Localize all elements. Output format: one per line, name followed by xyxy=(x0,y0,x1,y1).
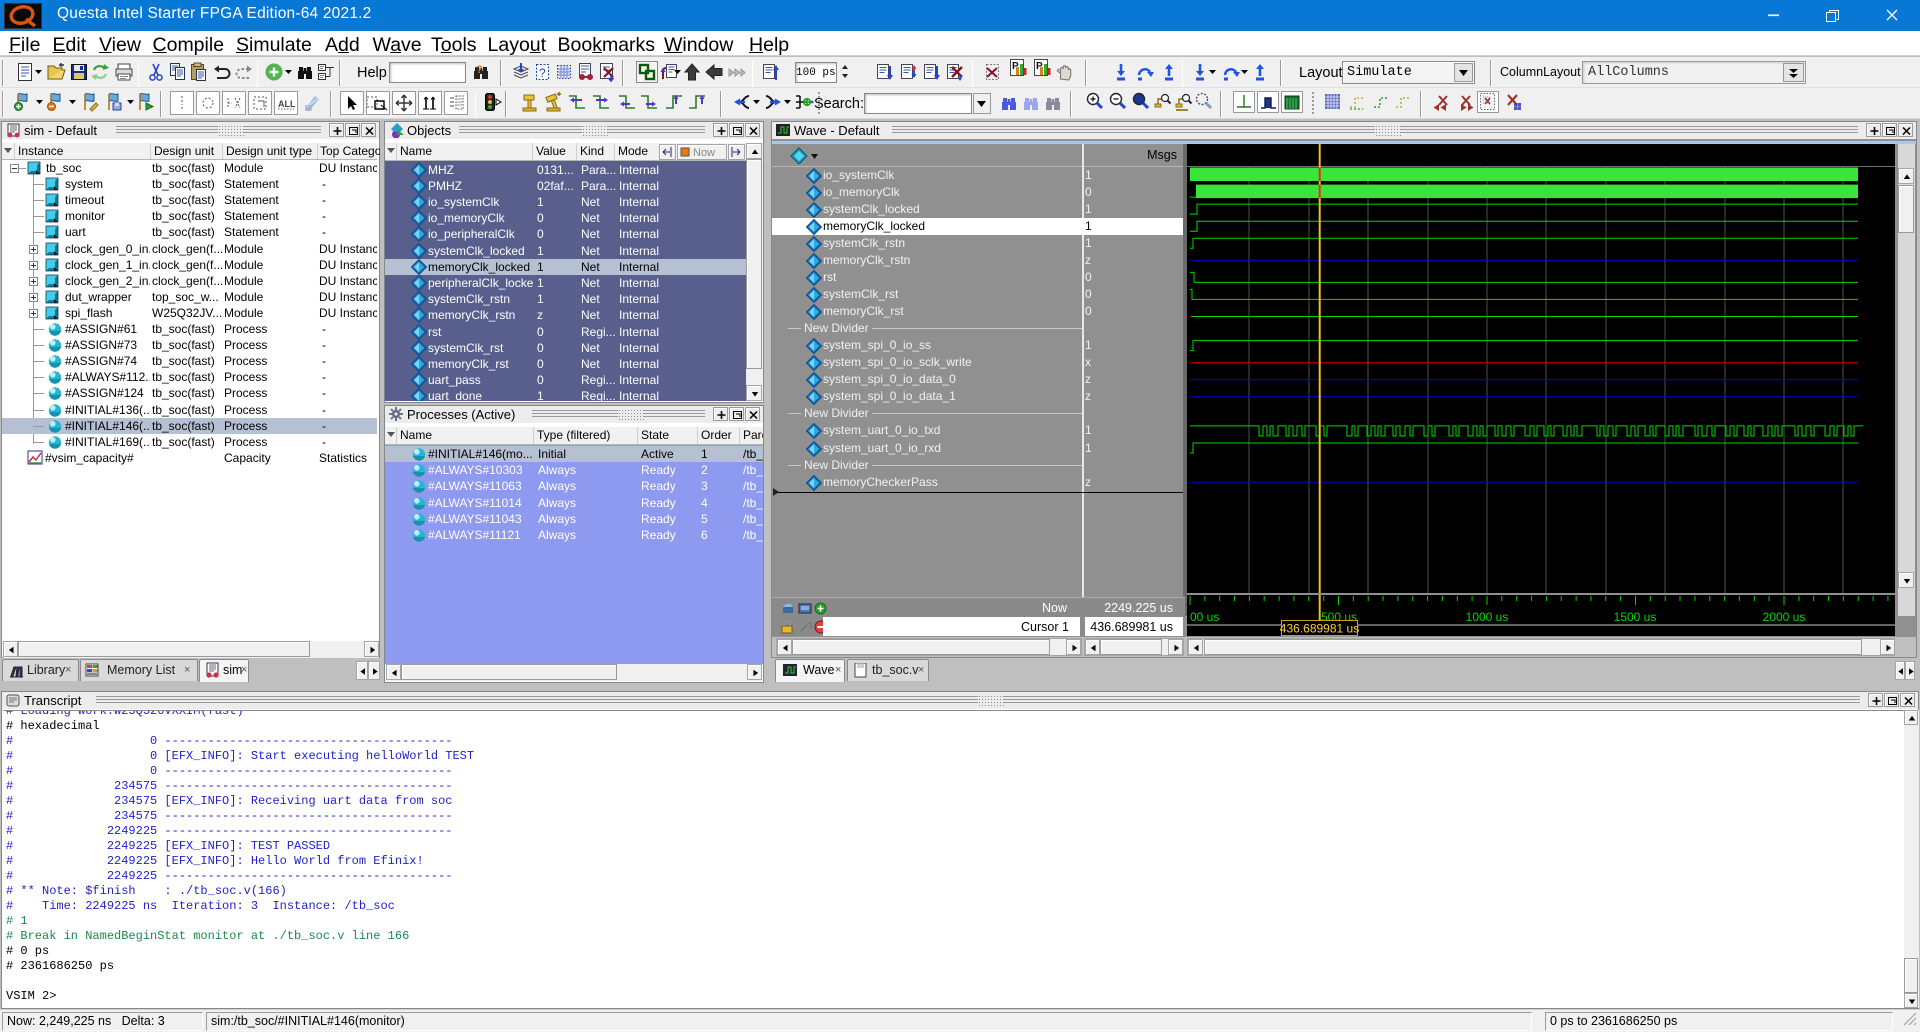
svg-text:436.689981 us: 436.689981 us xyxy=(1280,622,1359,636)
svg-text:?: ? xyxy=(476,64,483,75)
svg-text:2000 us: 2000 us xyxy=(1763,610,1806,624)
svg-text:00 us: 00 us xyxy=(1190,610,1219,624)
svg-text:ALL: ALL xyxy=(278,99,296,109)
svg-text:?: ? xyxy=(539,66,546,80)
svg-text:Now: Now xyxy=(693,147,715,159)
svg-text:1000 us: 1000 us xyxy=(1466,610,1509,624)
svg-text:1500 us: 1500 us xyxy=(1614,610,1657,624)
